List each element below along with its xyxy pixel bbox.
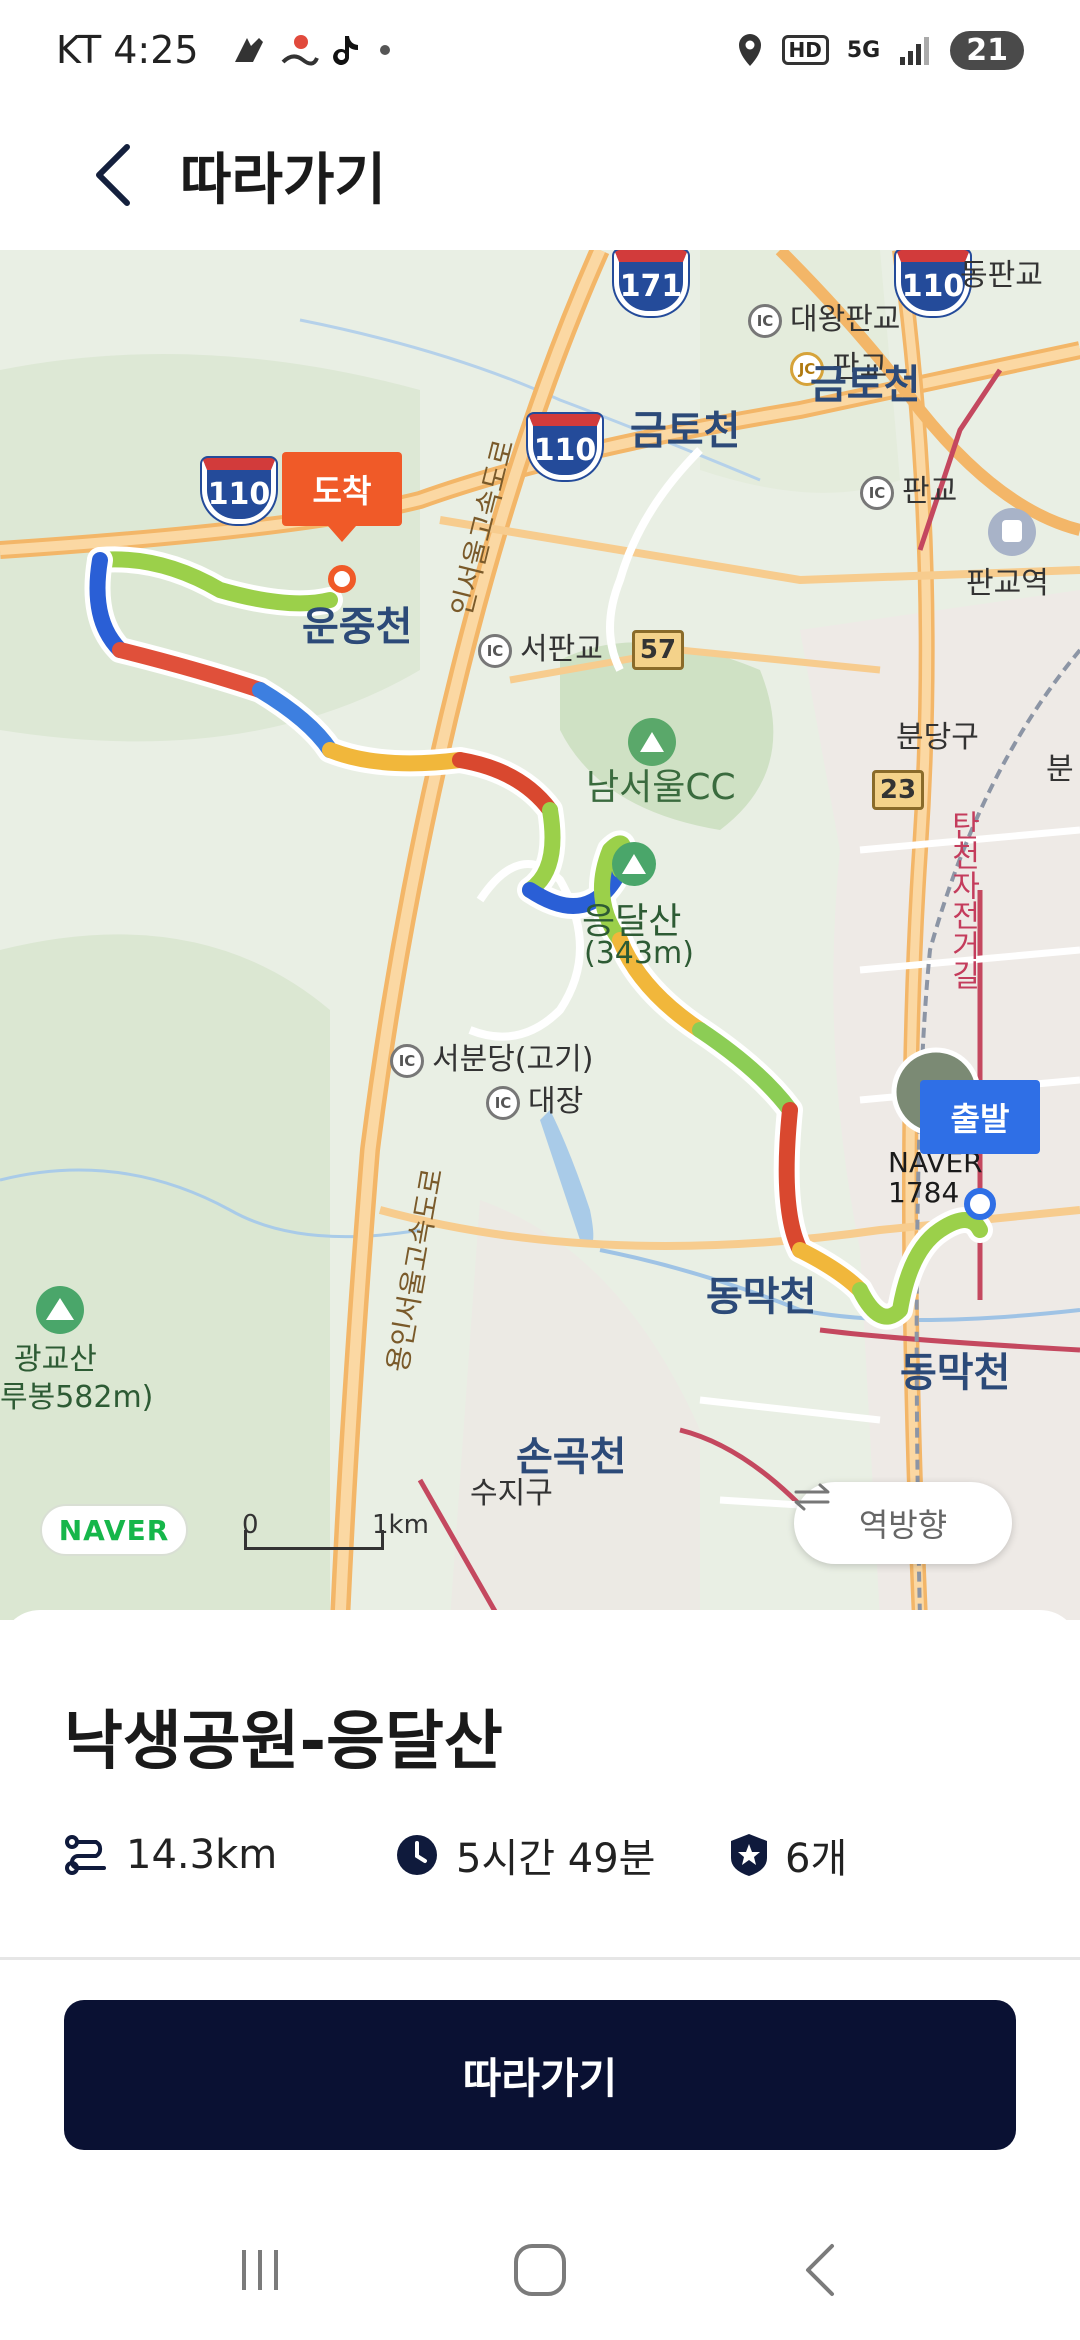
arrive-marker[interactable]: 도착 <box>282 452 402 542</box>
status-left: KT 4:25 <box>56 28 395 72</box>
status-bar: KT 4:25 HD 5G 21 <box>0 0 1080 100</box>
recents-icon <box>242 2250 278 2290</box>
map-label-seobundang: IC 서분당(고기) <box>390 1034 593 1078</box>
status-right: HD 5G 21 <box>736 30 1024 70</box>
home-button[interactable] <box>480 2220 600 2320</box>
swap-arrows-icon <box>794 1483 830 1511</box>
follow-button[interactable]: 따라가기 <box>64 2000 1016 2150</box>
stamps-stat: 6개 <box>729 1826 847 1884</box>
ic-badge: IC <box>478 633 512 668</box>
map-label-daewangpangyo: IC 대왕판교 <box>748 294 900 338</box>
map-label-geumtocheon: 금토천 <box>630 408 741 454</box>
clock-icon <box>397 1835 437 1875</box>
back-button[interactable] <box>60 120 170 230</box>
duration-stat: 5시간 49분 <box>394 1826 729 1884</box>
back-nav-button[interactable] <box>760 2220 880 2320</box>
map-label-namseoul-cc: 남서울CC <box>586 767 736 808</box>
map-label-seobundang-text: 서분당(고기) <box>432 1042 594 1077</box>
app-screen: KT 4:25 HD 5G 21 따라가기 171 110 110 110 57… <box>0 0 1080 2340</box>
map-label-daejang-text: 대장 <box>528 1084 584 1119</box>
map-pin-app-icon <box>281 35 319 66</box>
distance-value: 14.3km <box>126 1832 278 1878</box>
map-label-naver-1784: NAVER 1784 <box>888 1146 983 1209</box>
network-type: 5G <box>846 37 881 63</box>
app-icon <box>234 38 263 62</box>
map-label-daejang: IC 대장 <box>486 1076 583 1120</box>
distance-stat: 14.3km <box>64 1832 394 1878</box>
map-label-unjungcheon: 운중천 <box>302 604 413 650</box>
tiktok-icon <box>332 36 358 65</box>
reverse-direction-label: 역방향 <box>858 1506 948 1544</box>
app-header: 따라가기 <box>0 100 1080 250</box>
signal-icon <box>900 37 930 65</box>
divider <box>0 1957 1080 1960</box>
map-label-dongpangyo: 동판교 <box>960 258 1043 293</box>
carrier-time: KT 4:25 <box>56 28 199 72</box>
ic-badge: IC <box>486 1085 520 1120</box>
system-nav-bar <box>0 2200 1080 2340</box>
route-icon <box>65 1835 106 1875</box>
start-marker[interactable]: 출발 <box>920 1080 1040 1154</box>
map-label-geumtocheon-top: 금토천 <box>810 362 921 408</box>
recents-button[interactable] <box>200 2220 320 2320</box>
course-stats: 14.3km 5시간 49분 6개 <box>64 1820 1024 1890</box>
map-label-bundang-gu: 분당구 <box>896 720 979 755</box>
notification-icons <box>231 32 395 68</box>
map-label-pangyo-ic-text: 판교 <box>902 474 958 509</box>
map-label-dongmakcheon-right: 동막천 <box>900 1350 1011 1396</box>
scale-bar: 0 1km <box>242 1510 429 1554</box>
map-label-dongmakcheon-left: 동막천 <box>706 1274 817 1320</box>
map-label-bun: 분 <box>1046 752 1074 787</box>
map-label-seopangyo-text: 서판교 <box>520 632 603 667</box>
course-name: 낙생공원-응달산 <box>64 1705 503 1779</box>
map-label-daewangpangyo-text: 대왕판교 <box>790 302 901 337</box>
battery-level: 21 <box>950 30 1024 70</box>
route-shield: 57 <box>632 630 684 670</box>
map-label-suji-gu: 수지구 <box>470 1476 553 1511</box>
highway-shield: 110 <box>528 414 602 480</box>
ic-badge: IC <box>748 303 782 338</box>
map-label-tancheon-bike: 탄천자전거길 <box>945 810 980 990</box>
highway-shield: 110 <box>896 250 970 316</box>
star-badge-icon <box>731 1834 767 1876</box>
highway-shield: 110 <box>202 458 276 524</box>
reverse-direction-button[interactable]: 역방향 <box>794 1482 1012 1564</box>
ic-badge: IC <box>860 475 894 510</box>
map-label-mountain-height: (343m) <box>584 936 694 971</box>
location-icon <box>738 34 761 66</box>
map-label-pangyo-station: 판교역 <box>966 566 1049 601</box>
naver-logo: NAVER <box>40 1504 188 1556</box>
home-icon <box>514 2244 566 2296</box>
chevron-left-icon <box>96 144 130 206</box>
map-label-seopangyo: IC 서판교 <box>478 624 603 668</box>
page-title: 따라가기 <box>180 147 387 213</box>
ic-badge: IC <box>390 1043 424 1078</box>
hd-badge: HD <box>781 35 829 65</box>
highway-shield: 171 <box>614 250 688 316</box>
scale-line <box>244 1530 384 1550</box>
back-icon <box>806 2244 834 2296</box>
map-label-gwanggyosan-peak: 루봉582m) <box>0 1380 154 1415</box>
duration-value: 5시간 49분 <box>456 1836 656 1882</box>
map-view[interactable]: 171 110 110 110 57 23 동판교 IC 대왕판교 JC 판교 금토… <box>0 250 1080 1620</box>
map-label-pangyo-ic: IC 판교 <box>860 466 957 510</box>
dot-icon <box>379 45 390 55</box>
stamps-value: 6개 <box>785 1836 848 1882</box>
route-shield: 23 <box>872 770 924 810</box>
